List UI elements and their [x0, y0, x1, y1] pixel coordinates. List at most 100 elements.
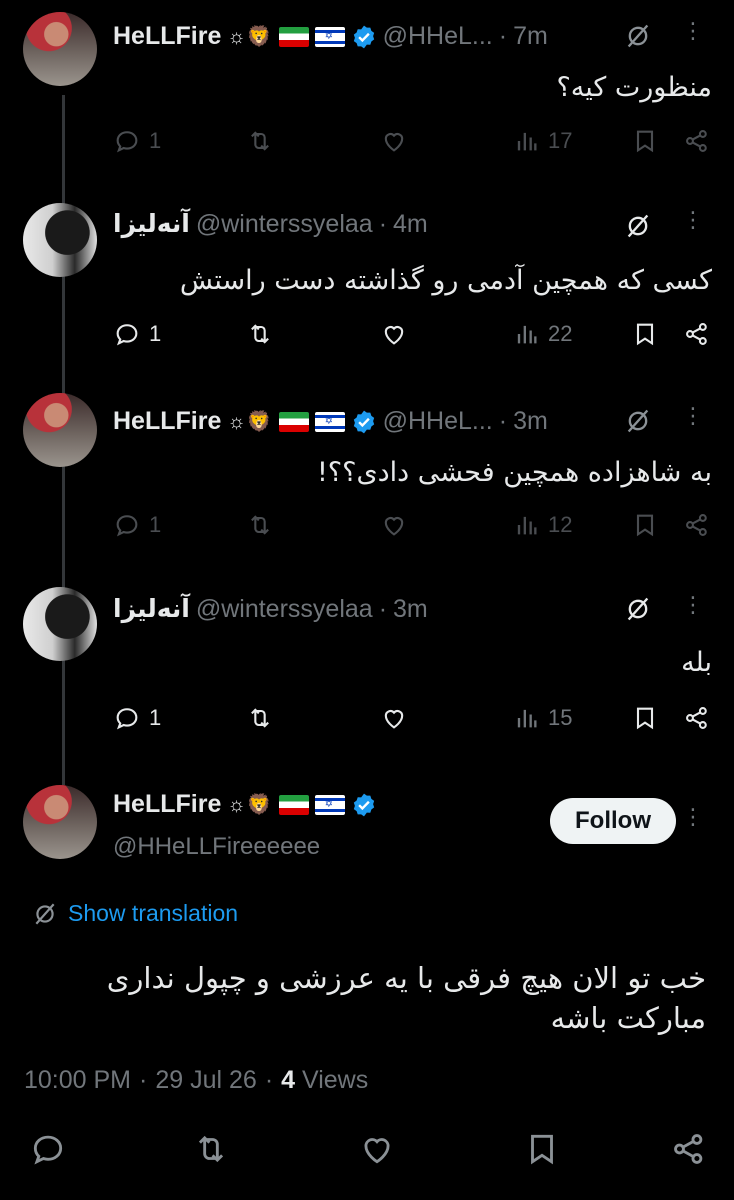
reply-icon[interactable] [113, 704, 141, 732]
tweet-header: آنه‌لیزا @winterssyelaa · 4m [113, 209, 428, 239]
grok-icon[interactable] [624, 407, 652, 435]
like-icon[interactable] [380, 320, 408, 348]
main-header: HeLLFire ☼🦁 ✡ [113, 790, 377, 819]
share-icon[interactable] [683, 511, 711, 539]
views-icon[interactable] [512, 320, 540, 348]
sun-lion-emoji-icon: ☼🦁 [227, 794, 273, 816]
retweet-icon[interactable] [246, 127, 274, 155]
share-icon[interactable] [683, 320, 711, 348]
more-icon[interactable]: ⋮ [678, 209, 708, 231]
display-name[interactable]: HeLLFire [113, 22, 221, 51]
views-count: 22 [548, 321, 573, 346]
iran-flag-icon [278, 411, 309, 432]
more-icon[interactable]: ⋮ [678, 20, 708, 42]
retweet-icon[interactable] [246, 704, 274, 732]
bookmark-icon[interactable] [631, 320, 659, 348]
tweet-text: منظورت کیه؟ [556, 72, 712, 103]
handle[interactable]: @winterssyelaa [196, 210, 373, 239]
tweet-meta: 10:00 PM · 29 Jul 26 · 4 Views [24, 1066, 368, 1095]
avatar[interactable] [23, 203, 97, 277]
reply-icon[interactable] [113, 320, 141, 348]
sun-lion-emoji-icon: ☼🦁 [227, 411, 273, 433]
tweet-header: HeLLFire ☼🦁 ✡ @HHeL... · 3m [113, 407, 548, 436]
tweet-date[interactable]: 29 Jul 26 [155, 1066, 256, 1095]
tweet-header: آنه‌لیزا @winterssyelaa · 3m [113, 594, 428, 624]
tweet-text: به شاهزاده همچین فحشی دادی؟؟! [316, 457, 712, 488]
separator: · [498, 407, 508, 435]
more-icon[interactable]: ⋮ [678, 405, 708, 427]
tweet-text: کسی که همچین آدمی رو گذاشته دست راستش [179, 265, 712, 296]
retweet-icon[interactable] [246, 511, 274, 539]
views-icon[interactable] [512, 127, 540, 155]
timestamp[interactable]: 4m [393, 210, 428, 239]
main-handle[interactable]: @HHeLLFireeeeee [113, 833, 320, 861]
like-icon[interactable] [380, 511, 408, 539]
timestamp[interactable]: 7m [513, 22, 548, 51]
avatar[interactable] [23, 393, 97, 467]
reply-count: 1 [149, 128, 162, 153]
views-label: Views [302, 1066, 369, 1094]
main-action-bar [0, 1130, 734, 1180]
timestamp[interactable]: 3m [393, 595, 428, 624]
grok-icon[interactable] [624, 212, 652, 240]
views-count: 12 [548, 512, 573, 537]
main-tweet-text: خب تو الان هیچ فرقی با یه عرزشی و چپول ن… [106, 958, 706, 1038]
views-summary[interactable]: 4 Views [281, 1066, 368, 1095]
follow-button[interactable]: Follow [550, 798, 676, 844]
iran-flag-icon [278, 26, 309, 47]
share-icon[interactable] [670, 1130, 708, 1168]
views-icon[interactable] [512, 511, 540, 539]
israel-flag-icon: ✡ [314, 26, 345, 47]
reply-icon[interactable] [113, 127, 141, 155]
display-name[interactable]: آنه‌لیزا [113, 209, 190, 239]
verified-badge-icon [351, 792, 377, 818]
handle[interactable]: @winterssyelaa [196, 595, 373, 624]
views-count: 4 [281, 1066, 296, 1094]
like-icon[interactable] [358, 1130, 396, 1168]
reply-icon[interactable] [113, 511, 141, 539]
timestamp[interactable]: 3m [513, 407, 548, 436]
bookmark-icon[interactable] [631, 127, 659, 155]
like-icon[interactable] [380, 704, 408, 732]
handle[interactable]: @HHeL... [383, 407, 493, 436]
reply-count: 1 [149, 705, 162, 730]
separator: · [139, 1066, 148, 1094]
retweet-icon[interactable] [246, 320, 274, 348]
main-avatar[interactable] [23, 785, 97, 859]
more-icon[interactable]: ⋮ [678, 594, 708, 616]
reply-count: 1 [149, 321, 162, 346]
display-name[interactable]: HeLLFire [113, 790, 221, 819]
tweet-time[interactable]: 10:00 PM [24, 1066, 131, 1095]
share-icon[interactable] [683, 127, 711, 155]
views-count: 17 [548, 128, 573, 153]
grok-icon[interactable] [624, 595, 652, 623]
bookmark-icon[interactable] [523, 1130, 561, 1168]
separator: · [378, 594, 388, 623]
grok-icon[interactable] [624, 22, 652, 50]
action-bar: 1 12 [0, 511, 734, 547]
display-name[interactable]: آنه‌لیزا [113, 594, 190, 624]
bookmark-icon[interactable] [631, 511, 659, 539]
more-icon[interactable]: ⋮ [678, 806, 708, 828]
main-text-line: خب تو الان هیچ فرقی با یه عرزشی و چپول ن… [106, 961, 706, 995]
show-translation-link[interactable]: Show translation [32, 900, 238, 927]
tweet-header: HeLLFire ☼🦁 ✡ @HHeL... · 7m [113, 22, 548, 51]
israel-flag-icon: ✡ [314, 411, 345, 432]
like-icon[interactable] [380, 127, 408, 155]
reply-icon[interactable] [29, 1130, 67, 1168]
separator: · [498, 22, 508, 50]
views-count: 15 [548, 705, 573, 730]
action-bar: 1 17 [0, 127, 734, 163]
avatar[interactable] [23, 587, 97, 661]
action-bar: 1 15 [0, 704, 734, 740]
handle[interactable]: @HHeL... [383, 22, 493, 51]
bookmark-icon[interactable] [631, 704, 659, 732]
israel-flag-icon: ✡ [314, 794, 345, 815]
retweet-icon[interactable] [192, 1130, 230, 1168]
action-bar: 1 22 [0, 320, 734, 356]
display-name[interactable]: HeLLFire [113, 407, 221, 436]
verified-badge-icon [351, 409, 377, 435]
views-icon[interactable] [512, 704, 540, 732]
avatar[interactable] [23, 12, 97, 86]
share-icon[interactable] [683, 704, 711, 732]
